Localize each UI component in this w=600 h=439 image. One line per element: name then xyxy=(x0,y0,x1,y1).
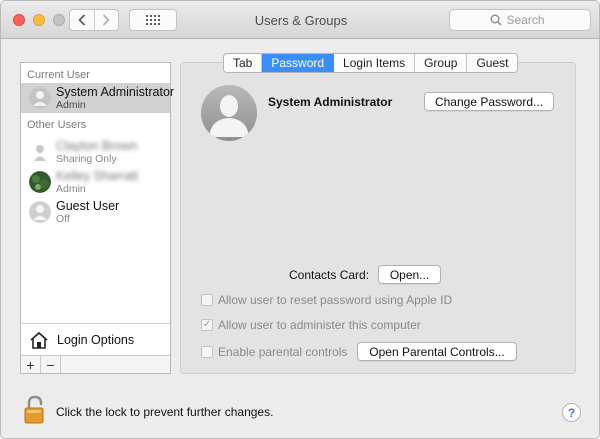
account-avatar[interactable] xyxy=(201,85,257,141)
search-icon xyxy=(490,14,502,26)
user-silhouette-icon xyxy=(201,85,257,141)
sidebar-toolbar: + − xyxy=(21,355,170,373)
user-name: Guest User xyxy=(56,199,120,213)
administer-option[interactable]: ✓ Allow user to administer this computer xyxy=(201,318,421,332)
user-role: Off xyxy=(56,213,70,225)
avatar xyxy=(29,171,51,193)
user-silhouette-icon xyxy=(34,145,46,161)
help-button[interactable]: ? xyxy=(562,403,581,422)
administer-checkbox[interactable]: ✓ xyxy=(201,319,213,331)
user-role: Admin xyxy=(56,183,86,195)
user-silhouette-icon xyxy=(29,87,51,109)
chevron-left-icon xyxy=(78,14,85,26)
lock-label: Click the lock to prevent further change… xyxy=(56,405,274,419)
zoom-window-button[interactable] xyxy=(53,14,65,26)
close-window-button[interactable] xyxy=(13,14,25,26)
grid-icon xyxy=(146,15,160,25)
show-all-button[interactable] xyxy=(129,9,177,31)
parental-controls-option[interactable]: Enable parental controls xyxy=(201,345,347,359)
title-bar: Users & Groups xyxy=(1,1,599,39)
tab-guest[interactable]: Guest xyxy=(467,54,517,72)
tab-bar: Tab Password Login Items Group Guest xyxy=(223,53,519,73)
user-photo-icon xyxy=(29,171,51,193)
minimize-window-button[interactable] xyxy=(33,14,45,26)
change-password-button[interactable]: Change Password... xyxy=(424,92,554,111)
user-row-guest[interactable]: Guest User Off xyxy=(21,197,170,227)
reset-password-checkbox[interactable] xyxy=(201,294,213,306)
add-user-button[interactable]: + xyxy=(21,356,41,373)
chevron-right-icon xyxy=(103,14,110,26)
user-role: Admin xyxy=(56,99,86,111)
user-role: Sharing Only xyxy=(56,153,117,165)
login-options-label: Login Options xyxy=(57,332,135,347)
tab-tab[interactable]: Tab xyxy=(224,54,263,72)
user-silhouette-icon xyxy=(29,201,51,223)
remove-user-button[interactable]: − xyxy=(41,356,61,373)
preferences-window: Users & Groups Current User System Admin… xyxy=(0,0,600,439)
lock-button[interactable] xyxy=(23,395,47,428)
administer-label: Allow user to administer this computer xyxy=(218,318,421,332)
reset-password-label: Allow user to reset password using Apple… xyxy=(218,293,453,307)
tab-group[interactable]: Group xyxy=(415,54,468,72)
search-input[interactable] xyxy=(506,13,551,27)
users-sidebar: Current User System Administrator Admin … xyxy=(20,62,174,374)
avatar xyxy=(29,87,51,109)
reset-password-option[interactable]: Allow user to reset password using Apple… xyxy=(201,293,452,307)
avatar xyxy=(29,201,51,223)
house-icon xyxy=(30,331,48,349)
tab-login-items[interactable]: Login Items xyxy=(334,54,416,72)
user-row-other[interactable]: Clayton Brown Sharing Only xyxy=(21,137,170,167)
user-row-other[interactable]: Kelley Sharratt Admin xyxy=(21,167,170,197)
forward-button[interactable] xyxy=(93,10,119,30)
account-name: System Administrator xyxy=(268,95,393,109)
open-parental-controls-button[interactable]: Open Parental Controls... xyxy=(357,342,517,361)
login-options-item[interactable]: Login Options xyxy=(21,323,170,355)
parental-controls-checkbox[interactable] xyxy=(201,346,213,358)
back-button[interactable] xyxy=(70,10,94,30)
current-user-heading: Current User xyxy=(27,69,90,81)
back-forward-group xyxy=(69,9,119,31)
window-title: Users & Groups xyxy=(254,13,348,28)
user-name: Clayton Brown xyxy=(56,139,138,153)
lock-open-icon xyxy=(24,395,44,424)
open-contacts-button[interactable]: Open... xyxy=(378,265,441,284)
other-users-heading: Other Users xyxy=(27,119,87,131)
parental-controls-label: Enable parental controls xyxy=(218,345,348,359)
avatar xyxy=(29,141,51,163)
search-field[interactable] xyxy=(449,9,591,31)
user-name: Kelley Sharratt xyxy=(56,169,138,183)
tab-password[interactable]: Password xyxy=(262,54,335,72)
user-name: System Administrator xyxy=(56,85,175,99)
contacts-card-label: Contacts Card: xyxy=(289,268,370,282)
user-row-current[interactable]: System Administrator Admin xyxy=(21,83,174,113)
